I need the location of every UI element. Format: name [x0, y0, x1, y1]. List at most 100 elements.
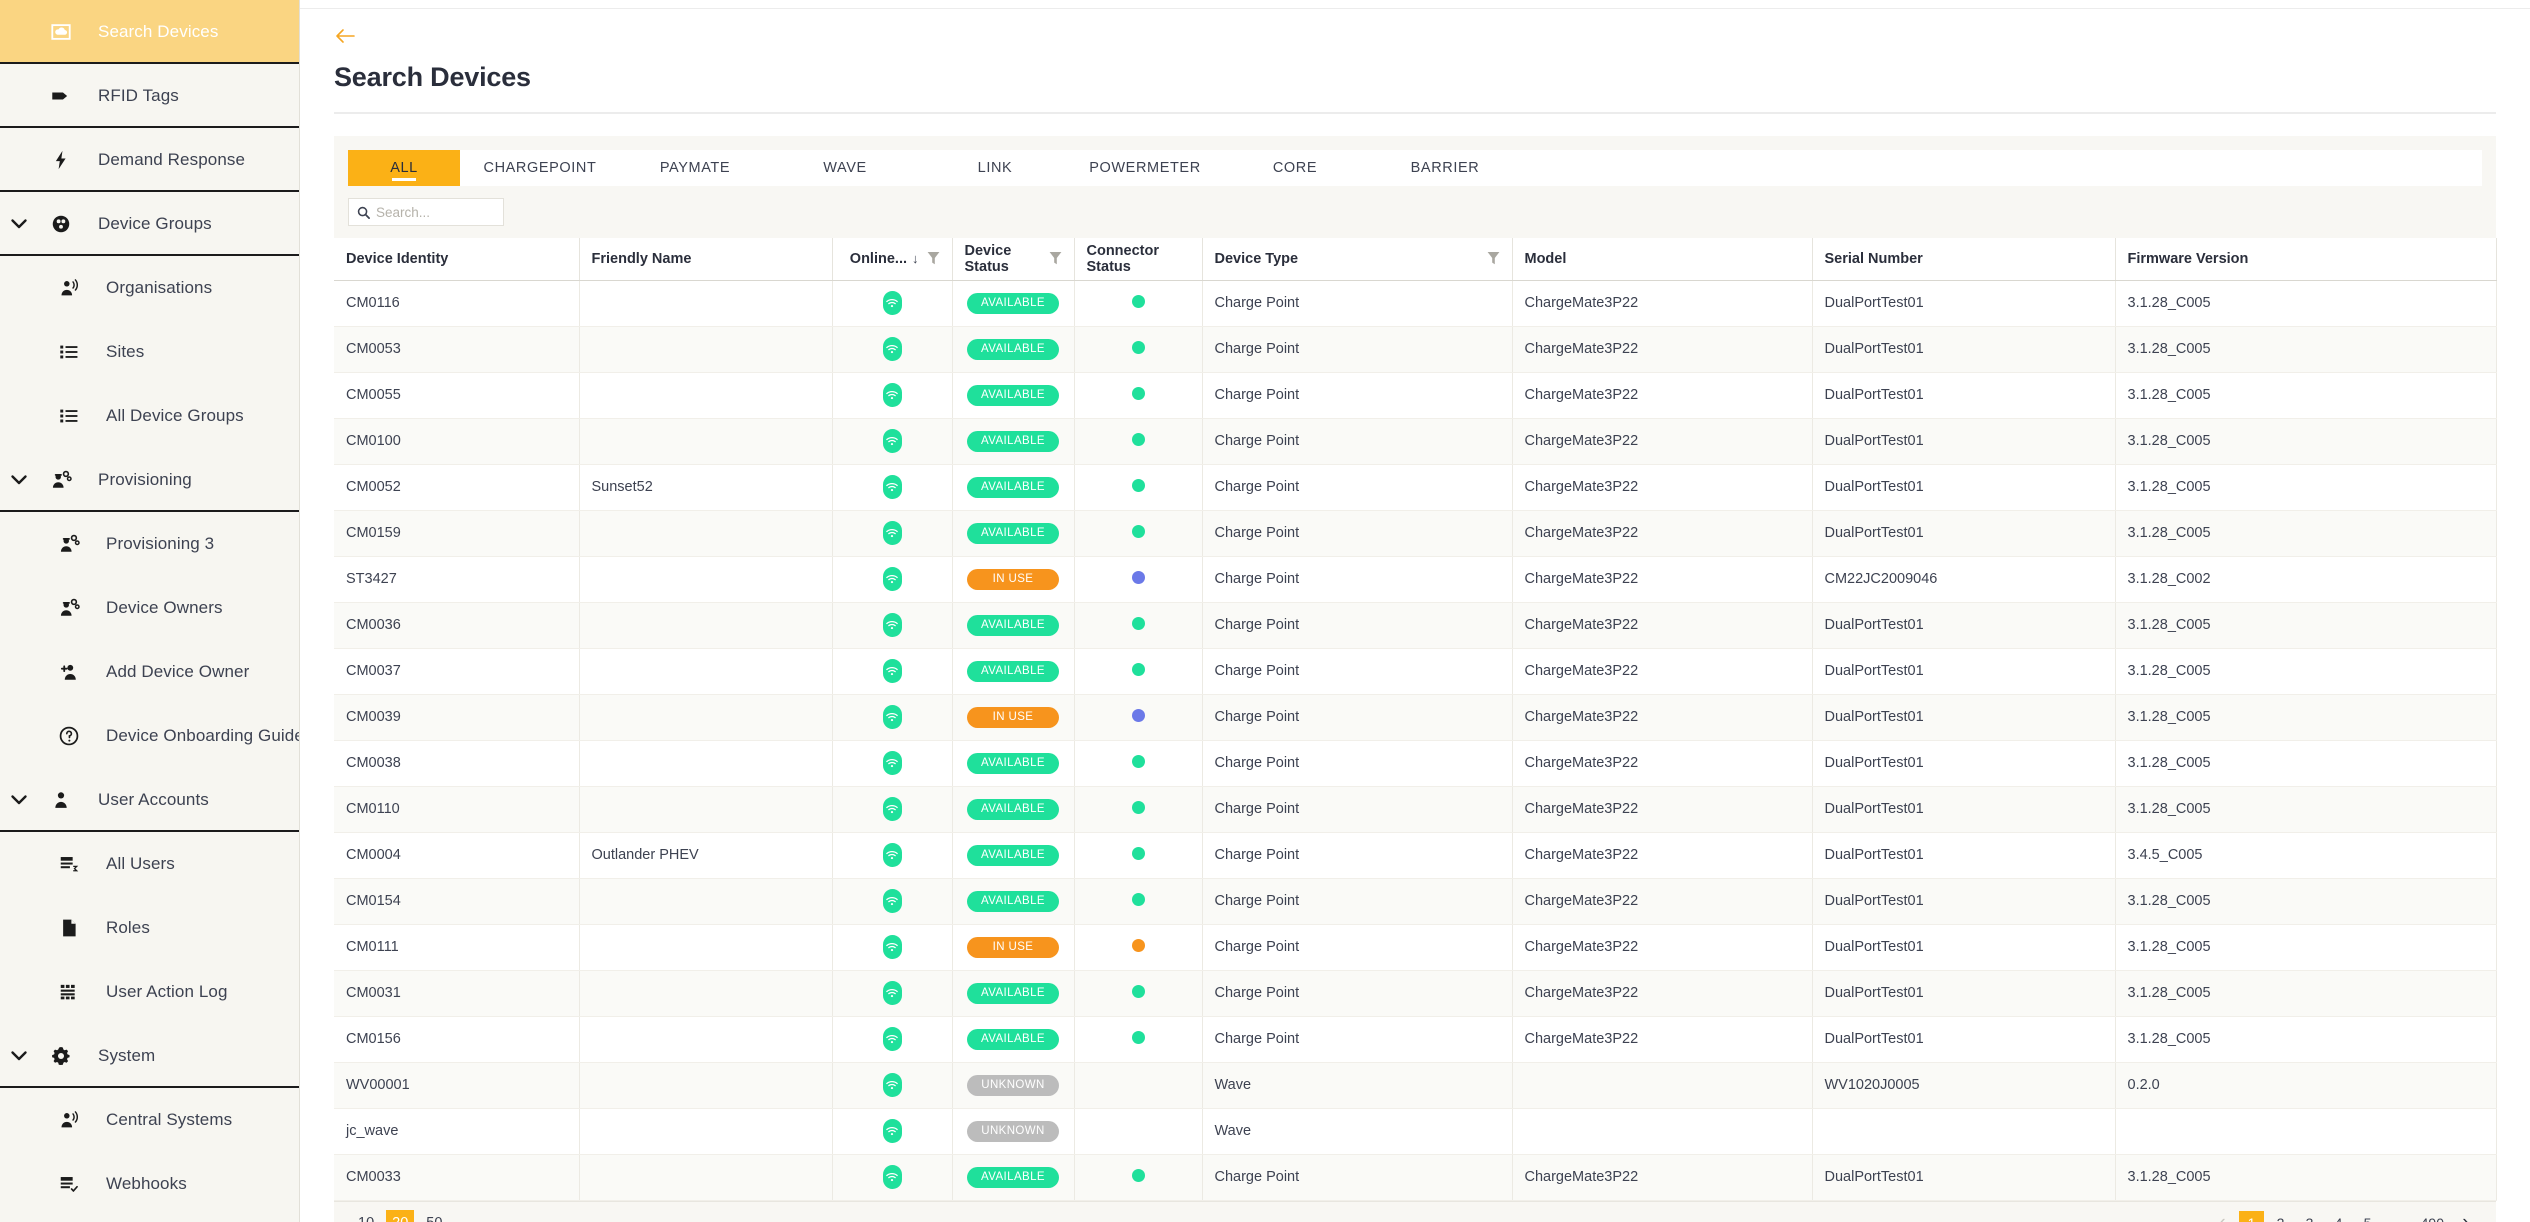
tab-link[interactable]: LINK: [920, 150, 1070, 186]
cell-serial-number: DualPortTest01: [1812, 924, 2116, 971]
cell-friendly-name: [579, 970, 833, 1017]
status-badge: IN USE: [967, 568, 1059, 590]
chevron-down-icon[interactable]: [0, 217, 38, 231]
status-badge: AVAILABLE: [967, 384, 1059, 406]
status-badge: IN USE: [967, 936, 1059, 958]
filter-funnel-icon[interactable]: [1049, 251, 1062, 266]
search-row: [334, 186, 2496, 238]
sidebar-item-roles[interactable]: Roles: [0, 896, 299, 960]
back-button[interactable]: [334, 22, 368, 50]
table-row[interactable]: CM0159 AVAILABLE Charge Point ChargeMate3P2…: [334, 510, 2497, 557]
column-header-device-identity[interactable]: Device Identity: [334, 238, 580, 281]
sidebar-item-device-owners[interactable]: Device Owners: [0, 576, 299, 640]
sidebar-item-central-systems[interactable]: Central Systems: [0, 1088, 299, 1152]
column-header-device-type[interactable]: Device Type: [1202, 238, 1513, 281]
chevron-down-icon[interactable]: [0, 473, 38, 487]
table-row[interactable]: CM0055 AVAILABLE Charge Point ChargeMate3P2…: [334, 372, 2497, 419]
tab-all[interactable]: ALL: [348, 150, 460, 186]
table-row[interactable]: jc_wave UNKNOWN Wave: [334, 1108, 2497, 1155]
table-row[interactable]: CM0116 AVAILABLE Charge Point ChargeMate3P2…: [334, 280, 2497, 327]
table-row[interactable]: CM0154 AVAILABLE Charge Point ChargeMate3P2…: [334, 878, 2497, 925]
table-row[interactable]: CM0110 AVAILABLE Charge Point ChargeMate3P2…: [334, 786, 2497, 833]
table-row[interactable]: CM0004 Outlander PHEV AVAILABLE Charge Poin…: [334, 832, 2497, 879]
page-size-20[interactable]: 20: [386, 1209, 415, 1222]
chevron-down-icon[interactable]: [0, 793, 38, 807]
page-button-3[interactable]: 3: [2297, 1211, 2322, 1222]
sidebar-item-webhooks[interactable]: Webhooks: [0, 1152, 299, 1216]
sidebar-item-add-device-owner[interactable]: Add Device Owner: [0, 640, 299, 704]
sidebar-item-user-action-log[interactable]: User Action Log: [0, 960, 299, 1024]
column-header-online-[interactable]: Online... ↓: [832, 238, 953, 281]
cell-device-status: AVAILABLE: [952, 1016, 1075, 1063]
sidebar-item-sites[interactable]: Sites: [0, 320, 299, 384]
column-header-serial-number[interactable]: Serial Number: [1812, 238, 2116, 281]
cell-device-status: AVAILABLE: [952, 372, 1075, 419]
sidebar-item-provisioning[interactable]: Provisioning: [0, 448, 299, 512]
tab-wave[interactable]: WAVE: [770, 150, 920, 186]
tab-core[interactable]: CORE: [1220, 150, 1370, 186]
cell-online-status: [832, 464, 953, 511]
page-button-2[interactable]: 2: [2268, 1211, 2293, 1222]
table-row[interactable]: CM0037 AVAILABLE Charge Point ChargeMate3P2…: [334, 648, 2497, 695]
sidebar-item-user-accounts[interactable]: User Accounts: [0, 768, 299, 832]
cell-device-type: Charge Point: [1202, 464, 1513, 511]
filter-funnel-icon[interactable]: [927, 251, 940, 266]
table-row[interactable]: CM0033 AVAILABLE Charge Point ChargeMate3P2…: [334, 1154, 2497, 1201]
table-row[interactable]: WV00001 UNKNOWN Wave WV1020J0005 0.2.0: [334, 1062, 2497, 1109]
page-size-10[interactable]: 10: [352, 1210, 380, 1222]
sidebar-item-device-groups[interactable]: Device Groups: [0, 192, 299, 256]
chevron-down-icon[interactable]: [0, 1049, 38, 1063]
column-header-device-status[interactable]: Device Status: [952, 238, 1075, 281]
grid-rows-icon: [46, 981, 92, 1003]
table-row[interactable]: CM0039 IN USE Charge Point ChargeMate3P22 Du…: [334, 694, 2497, 741]
filter-funnel-icon[interactable]: [1487, 251, 1500, 266]
tab-powermeter[interactable]: POWERMETER: [1070, 150, 1220, 186]
cell-firmware-version: 3.1.28_C005: [2115, 970, 2497, 1017]
sidebar-item-system[interactable]: System: [0, 1024, 299, 1088]
main-content: Search Devices ALL CHARGEPOINT PAYMATE WAVE…: [300, 0, 2530, 1222]
table-row[interactable]: CM0052 Sunset52 AVAILABLE Charge Point Charg…: [334, 464, 2497, 511]
sidebar-item-organisations[interactable]: Organisations: [0, 256, 299, 320]
tab-chargepoint[interactable]: CHARGEPOINT: [460, 150, 620, 186]
cell-connector-status: [1074, 556, 1203, 603]
page-button-5[interactable]: 5: [2355, 1211, 2380, 1222]
column-header-label: Model: [1524, 250, 1567, 267]
prev-page-button[interactable]: ‹: [2210, 1211, 2235, 1222]
table-row[interactable]: CM0036 AVAILABLE Charge Point ChargeMate3P2…: [334, 602, 2497, 649]
table-row[interactable]: CM0111 IN USE Charge Point ChargeMate3P22 Du…: [334, 924, 2497, 971]
sidebar-item-provisioning-3[interactable]: Provisioning 3: [0, 512, 299, 576]
search-input[interactable]: [376, 204, 495, 220]
search-box[interactable]: [348, 198, 504, 226]
table-row[interactable]: CM0100 AVAILABLE Charge Point ChargeMate3P2…: [334, 418, 2497, 465]
column-header-firmware-version[interactable]: Firmware Version: [2115, 238, 2497, 281]
page-button-4[interactable]: 4: [2326, 1211, 2351, 1222]
cell-model: ChargeMate3P22: [1512, 832, 1813, 879]
table-row[interactable]: ST3427 IN USE Charge Point ChargeMate3P22 CM…: [334, 556, 2497, 603]
tab-paymate[interactable]: PAYMATE: [620, 150, 770, 186]
table-row[interactable]: CM0038 AVAILABLE Charge Point ChargeMate3P2…: [334, 740, 2497, 787]
sidebar-item-demand-response[interactable]: Demand Response: [0, 128, 299, 192]
cell-friendly-name: [579, 280, 833, 327]
sort-desc-icon[interactable]: ↓: [912, 251, 919, 266]
sidebar-item-rfid-tags[interactable]: RFID Tags: [0, 64, 299, 128]
column-header-model[interactable]: Model: [1512, 238, 1813, 281]
table-row[interactable]: CM0156 AVAILABLE Charge Point ChargeMate3P2…: [334, 1016, 2497, 1063]
tab-barrier[interactable]: BARRIER: [1370, 150, 1520, 186]
table-row[interactable]: CM0031 AVAILABLE Charge Point ChargeMate3P2…: [334, 970, 2497, 1017]
cell-online-status: [832, 280, 953, 327]
cell-firmware-version: 3.1.28_C005: [2115, 464, 2497, 511]
next-page-button[interactable]: ›: [2453, 1211, 2478, 1222]
sidebar-item-all-users[interactable]: All Users: [0, 832, 299, 896]
sidebar-item-all-device-groups[interactable]: All Device Groups: [0, 384, 299, 448]
sidebar-item-device-onboarding-guide[interactable]: Device Onboarding Guide: [0, 704, 299, 768]
cell-online-status: [832, 832, 953, 879]
page-button-1[interactable]: 1: [2238, 1210, 2264, 1222]
sidebar-item-search-devices[interactable]: Search Devices: [0, 0, 299, 64]
page-button-490[interactable]: 490: [2416, 1211, 2449, 1222]
table-row[interactable]: CM0053 AVAILABLE Charge Point ChargeMate3P2…: [334, 326, 2497, 373]
column-header-friendly-name[interactable]: Friendly Name: [579, 238, 833, 281]
column-header-connector-status[interactable]: Connector Status: [1074, 238, 1203, 281]
cell-online-status: [832, 648, 953, 695]
connector-status-dot: [1131, 294, 1145, 308]
page-size-50[interactable]: 50: [420, 1210, 448, 1222]
